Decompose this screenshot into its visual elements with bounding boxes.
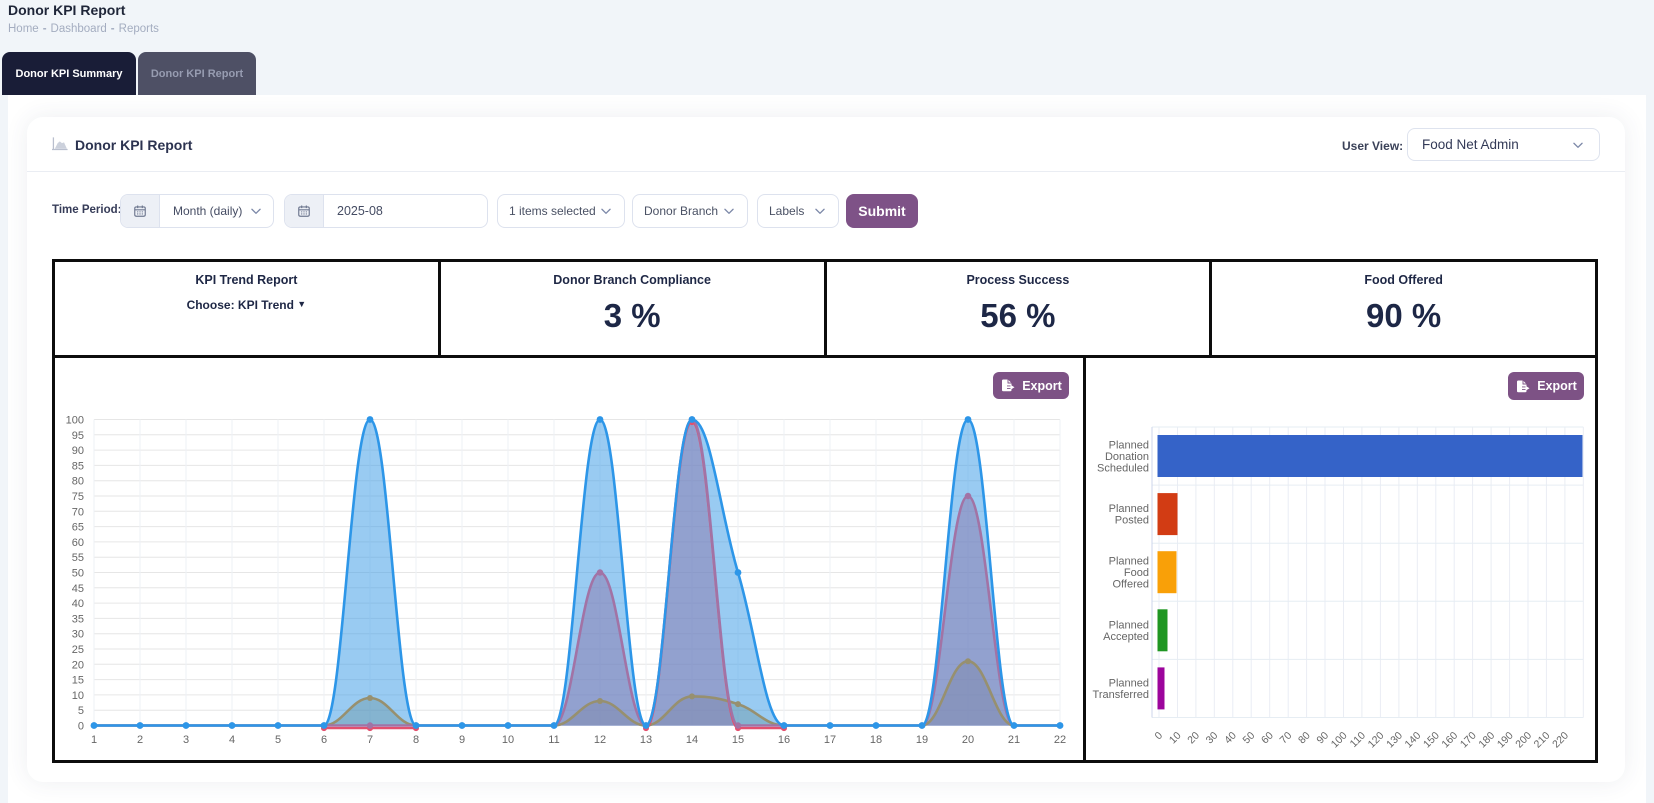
svg-text:10: 10	[72, 690, 84, 702]
svg-text:13: 13	[640, 734, 652, 746]
svg-text:10: 10	[1167, 730, 1184, 747]
svg-text:4: 4	[229, 734, 235, 746]
svg-text:60: 60	[1259, 730, 1276, 747]
svg-text:160: 160	[1439, 730, 1460, 751]
svg-text:65: 65	[72, 522, 84, 534]
svg-text:100: 100	[66, 415, 84, 427]
svg-text:Posted: Posted	[1115, 515, 1149, 527]
svg-text:2: 2	[137, 734, 143, 746]
svg-text:3: 3	[183, 734, 189, 746]
svg-text:40: 40	[72, 598, 84, 610]
svg-text:30: 30	[72, 629, 84, 641]
svg-text:16: 16	[778, 734, 790, 746]
svg-text:75: 75	[72, 491, 84, 503]
svg-text:15: 15	[72, 675, 84, 687]
svg-text:110: 110	[1348, 730, 1368, 750]
svg-text:Food: Food	[1124, 567, 1149, 579]
svg-text:Scheduled: Scheduled	[1097, 462, 1149, 474]
svg-text:20: 20	[1185, 730, 1202, 747]
svg-text:180: 180	[1476, 730, 1497, 751]
svg-text:12: 12	[594, 734, 606, 746]
svg-text:11: 11	[548, 734, 559, 746]
svg-text:70: 70	[1278, 730, 1295, 747]
svg-text:Donation: Donation	[1105, 451, 1149, 463]
svg-text:20: 20	[72, 659, 84, 671]
svg-text:19: 19	[916, 734, 928, 746]
svg-text:85: 85	[72, 460, 84, 472]
svg-text:7: 7	[367, 734, 373, 746]
svg-text:45: 45	[72, 583, 84, 595]
svg-text:70: 70	[72, 506, 84, 518]
svg-text:90: 90	[1314, 730, 1331, 747]
svg-text:50: 50	[1241, 730, 1258, 747]
svg-text:190: 190	[1495, 730, 1516, 751]
svg-text:14: 14	[686, 734, 698, 746]
svg-text:Planned: Planned	[1109, 439, 1149, 451]
svg-text:50: 50	[72, 568, 84, 580]
svg-text:25: 25	[72, 644, 84, 656]
svg-text:90: 90	[72, 445, 84, 457]
svg-text:18: 18	[870, 734, 882, 746]
svg-text:40: 40	[1222, 730, 1239, 747]
svg-text:15: 15	[732, 734, 744, 746]
svg-text:10: 10	[502, 734, 514, 746]
svg-text:Planned: Planned	[1109, 619, 1149, 631]
svg-text:1: 1	[91, 734, 97, 746]
svg-text:140: 140	[1403, 730, 1424, 751]
svg-text:30: 30	[1204, 730, 1221, 747]
svg-text:Offered: Offered	[1113, 579, 1150, 591]
svg-text:22: 22	[1054, 734, 1066, 746]
svg-text:35: 35	[72, 613, 84, 625]
svg-text:20: 20	[962, 734, 974, 746]
svg-text:130: 130	[1384, 730, 1405, 751]
svg-text:170: 170	[1458, 730, 1479, 751]
svg-text:Planned: Planned	[1109, 503, 1149, 515]
svg-text:Accepted: Accepted	[1103, 631, 1149, 643]
svg-text:17: 17	[824, 734, 836, 746]
svg-text:100: 100	[1329, 730, 1350, 751]
svg-text:210: 210	[1532, 730, 1553, 751]
svg-text:Planned: Planned	[1109, 556, 1149, 568]
svg-text:8: 8	[413, 734, 419, 746]
svg-text:150: 150	[1421, 730, 1442, 751]
svg-text:0: 0	[1153, 730, 1166, 743]
svg-text:9: 9	[459, 734, 465, 746]
svg-text:Transferred: Transferred	[1093, 689, 1149, 701]
svg-text:60: 60	[72, 537, 84, 549]
svg-text:95: 95	[72, 430, 84, 442]
svg-text:0: 0	[78, 721, 84, 733]
svg-text:6: 6	[321, 734, 327, 746]
svg-text:5: 5	[78, 705, 84, 717]
svg-text:220: 220	[1550, 730, 1571, 751]
svg-text:80: 80	[1296, 730, 1313, 747]
svg-text:21: 21	[1008, 734, 1020, 746]
svg-text:5: 5	[275, 734, 281, 746]
svg-text:55: 55	[72, 552, 84, 564]
svg-text:200: 200	[1513, 730, 1534, 751]
svg-text:80: 80	[72, 476, 84, 488]
svg-text:120: 120	[1366, 730, 1387, 751]
svg-text:Planned: Planned	[1109, 677, 1149, 689]
